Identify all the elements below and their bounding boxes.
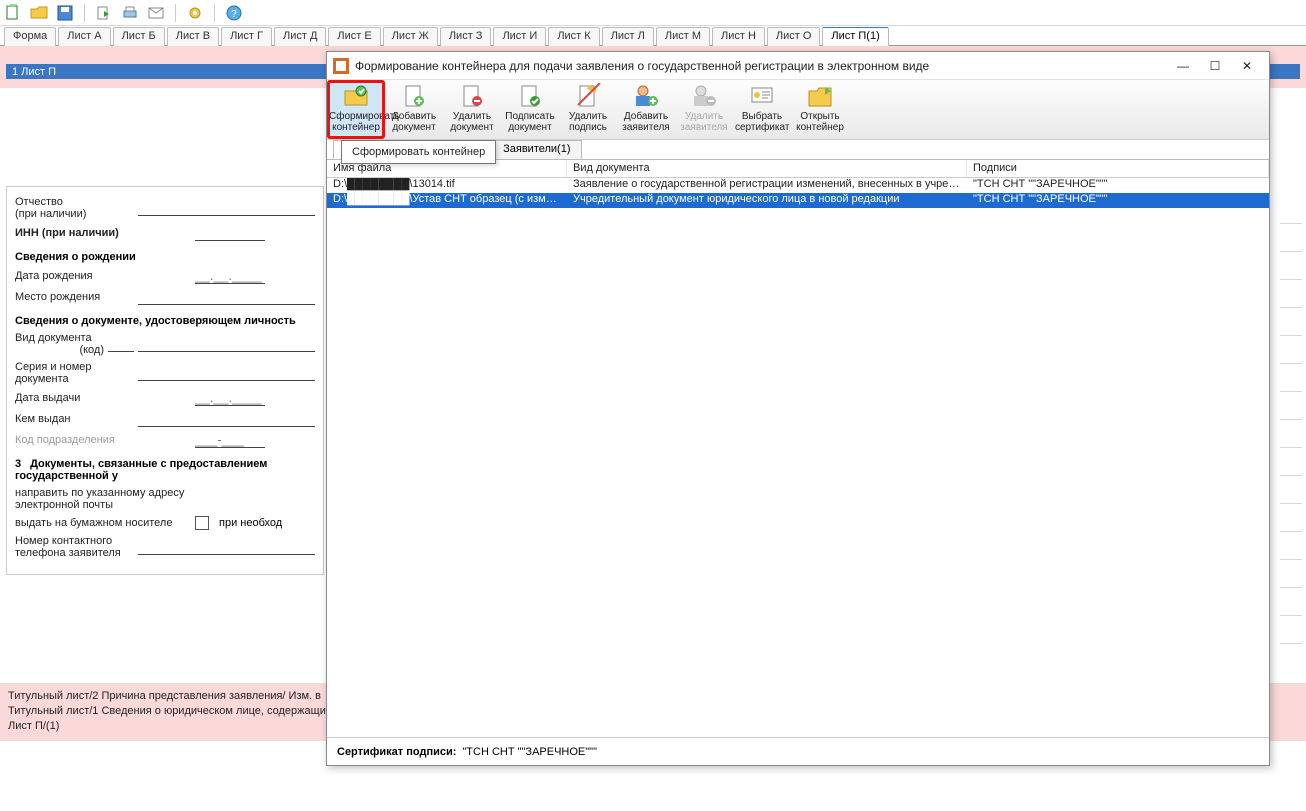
toolbar-del-appl: Удалитьзаявителя: [675, 80, 733, 139]
label-paper-tail: при необход: [219, 517, 282, 529]
label-birth-date: Дата рождения: [15, 270, 195, 282]
tab-Лист Ж[interactable]: Лист Ж: [383, 27, 438, 46]
label-paper: выдать на бумажном носителе: [15, 517, 195, 529]
toolbar-open-container[interactable]: Открытьконтейнер: [791, 80, 849, 139]
toolbar-add-doc[interactable]: Добавитьдокумент: [385, 80, 443, 139]
separator: [214, 4, 215, 22]
input-doc-issuer[interactable]: [138, 411, 315, 427]
print-icon[interactable]: [121, 4, 139, 22]
tab-Лист Е[interactable]: Лист Е: [328, 27, 380, 46]
right-rows: [1280, 196, 1302, 644]
input-otchestvo[interactable]: [138, 200, 315, 216]
checkbox-paper[interactable]: [195, 516, 209, 530]
sheet-tabs: ФормаЛист АЛист БЛист ВЛист ГЛист ДЛист …: [0, 26, 1306, 46]
tab-Лист В[interactable]: Лист В: [167, 27, 219, 46]
cert-value: "ТСН СНТ ""ЗАРЕЧНОЕ""": [462, 746, 597, 758]
section-doc: Сведения о документе, удостоверяющем лич…: [15, 315, 315, 327]
tab-Лист Л[interactable]: Лист Л: [602, 27, 654, 46]
toolbar-form-container[interactable]: Сформироватьконтейнер: [327, 80, 385, 139]
tab-Лист А[interactable]: Лист А: [58, 27, 110, 46]
separator: [84, 4, 85, 22]
email-icon[interactable]: [147, 4, 165, 22]
tab-Лист П(1)[interactable]: Лист П(1): [822, 27, 888, 46]
input-birth-place[interactable]: [138, 289, 315, 305]
toolbar-del-doc[interactable]: Удалитьдокумент: [443, 80, 501, 139]
minimize-button[interactable]: —: [1167, 56, 1199, 76]
tab-Лист О[interactable]: Лист О: [767, 27, 821, 46]
table-row[interactable]: D:\████████\Устав СНТ образец (с изменен…: [327, 193, 1269, 208]
tab-Лист З[interactable]: Лист З: [440, 27, 492, 46]
separator: [175, 4, 176, 22]
tab-Лист Б[interactable]: Лист Б: [113, 27, 165, 46]
section-3: 3 Документы, связанные с предоставлением…: [15, 458, 315, 482]
grid-header-sign[interactable]: Подписи: [967, 160, 1269, 177]
new-icon[interactable]: [4, 4, 22, 22]
close-button[interactable]: ✕: [1231, 56, 1263, 76]
tab-Лист И[interactable]: Лист И: [493, 27, 546, 46]
tab-Лист М[interactable]: Лист М: [656, 27, 710, 46]
tab-Лист Г[interactable]: Лист Г: [221, 27, 272, 46]
open-icon[interactable]: [30, 4, 48, 22]
app-icon: [333, 58, 349, 74]
input-doc-series[interactable]: [138, 365, 315, 381]
tab-Лист Д[interactable]: Лист Д: [274, 27, 326, 46]
cert-bar: Сертификат подписи: "ТСН СНТ ""ЗАРЕЧНОЕ"…: [327, 737, 1269, 765]
input-doc-type[interactable]: [138, 336, 315, 352]
help-icon[interactable]: ?: [225, 4, 243, 22]
label-birth-place: Место рождения: [15, 291, 138, 303]
modal-title: Формирование контейнера для подачи заявл…: [355, 59, 1167, 73]
grid-area: Имя файла Вид документа Подписи D:\█████…: [327, 160, 1269, 739]
tab-Форма[interactable]: Форма: [4, 27, 56, 46]
tooltip: Сформировать контейнер: [341, 140, 496, 164]
input-doc-subdiv[interactable]: [195, 432, 265, 448]
save-icon[interactable]: [56, 4, 74, 22]
cert-label: Сертификат подписи:: [337, 746, 456, 758]
grid-header-kind[interactable]: Вид документа: [567, 160, 967, 177]
toolbar-sign-doc[interactable]: Подписатьдокумент: [501, 80, 559, 139]
table-row[interactable]: D:\████████\13014.tifЗаявление о государ…: [327, 178, 1269, 193]
input-contact[interactable]: [138, 539, 315, 555]
label-doc-issue: Дата выдачи: [15, 392, 195, 404]
toolbar-del-sign[interactable]: Удалитьподпись: [559, 80, 617, 139]
toolbar-add-appl[interactable]: Добавитьзаявителя: [617, 80, 675, 139]
export-icon[interactable]: [95, 4, 113, 22]
modal-tab[interactable]: Заявители(1): [492, 140, 581, 159]
label-inn: ИНН (при наличии): [15, 227, 195, 239]
form-pane: Отчество (при наличии) ИНН (при наличии)…: [6, 186, 324, 575]
svg-text:?: ?: [231, 9, 237, 20]
maximize-button[interactable]: ☐: [1199, 56, 1231, 76]
settings-icon[interactable]: [186, 4, 204, 22]
modal-titlebar[interactable]: Формирование контейнера для подачи заявл…: [327, 52, 1269, 80]
tab-Лист Н[interactable]: Лист Н: [712, 27, 765, 46]
label-contact: Номер контактного телефона заявителя: [15, 535, 138, 559]
section-birth: Сведения о рождении: [15, 251, 315, 263]
input-doc-issue[interactable]: [195, 390, 265, 406]
modal-container: Формирование контейнера для подачи заявл…: [326, 51, 1270, 766]
input-inn[interactable]: [195, 225, 265, 241]
label-doc-subdiv: Код подразделения: [15, 434, 195, 446]
input-doc-code[interactable]: [108, 336, 134, 352]
input-birth-date[interactable]: [195, 268, 265, 284]
label-doc-issuer: Кем выдан: [15, 413, 138, 425]
label-doc-series: Серия и номер документа: [15, 361, 138, 385]
main-toolbar: ?: [0, 0, 1306, 26]
toolbar-sel-cert[interactable]: Выбратьсертификат: [733, 80, 791, 139]
label-otchestvo: Отчество (при наличии): [15, 196, 138, 220]
label-doc-type: Вид документа (код): [15, 332, 108, 356]
label-send-email: направить по указанному адресу электронн…: [15, 487, 195, 511]
modal-toolbar: СформироватьконтейнерДобавитьдокументУда…: [327, 80, 1269, 140]
tab-Лист К[interactable]: Лист К: [548, 27, 599, 46]
